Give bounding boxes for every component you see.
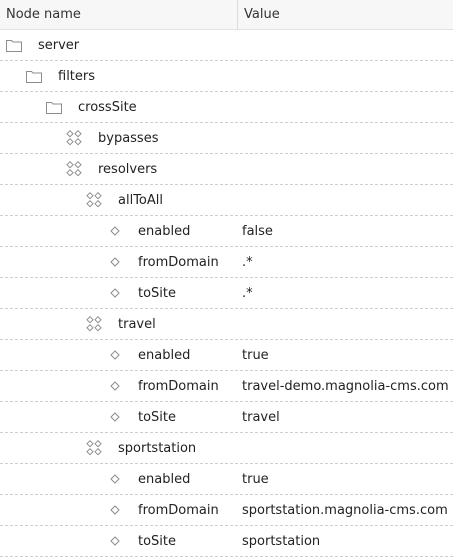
- node-value: travel: [242, 410, 280, 425]
- node-name: enabled: [138, 348, 191, 363]
- node-value: travel-demo.magnolia-cms.com: [242, 379, 449, 394]
- node-value: true: [242, 472, 269, 487]
- property-icon: [110, 473, 120, 484]
- node-name: toSite: [138, 410, 177, 425]
- tree-row[interactable]: bypasses: [0, 123, 453, 154]
- content-node-icon: [66, 161, 82, 177]
- config-tree: Node name Value server filters crossSite b…: [0, 0, 453, 557]
- node-name: resolvers: [98, 162, 158, 177]
- property-icon: [110, 411, 120, 422]
- tree-row[interactable]: crossSite: [0, 92, 453, 123]
- tree-row[interactable]: travel: [0, 309, 453, 340]
- node-name: fromDomain: [138, 503, 219, 518]
- tree-row[interactable]: toSite .*: [0, 278, 453, 309]
- tree-row[interactable]: fromDomain .*: [0, 247, 453, 278]
- tree-row[interactable]: resolvers: [0, 154, 453, 185]
- folder-icon: [46, 101, 62, 114]
- property-icon: [110, 256, 120, 267]
- tree-header: Node name Value: [0, 0, 453, 30]
- property-icon: [110, 535, 120, 546]
- tree-row[interactable]: toSite sportstation: [0, 526, 453, 557]
- tree-row[interactable]: enabled true: [0, 464, 453, 495]
- column-header-value[interactable]: Value: [238, 0, 453, 29]
- tree-row[interactable]: sportstation: [0, 433, 453, 464]
- node-name: toSite: [138, 286, 177, 301]
- property-icon: [110, 349, 120, 360]
- node-value: sportstation.magnolia-cms.com: [242, 503, 448, 518]
- node-value: .*: [242, 286, 253, 301]
- node-name: enabled: [138, 472, 191, 487]
- tree-row[interactable]: fromDomain sportstation.magnolia-cms.com: [0, 495, 453, 526]
- tree-row[interactable]: fromDomain travel-demo.magnolia-cms.com: [0, 371, 453, 402]
- node-name: fromDomain: [138, 379, 219, 394]
- node-value: true: [242, 348, 269, 363]
- node-name: fromDomain: [138, 255, 219, 270]
- property-icon: [110, 225, 120, 236]
- node-name: toSite: [138, 534, 177, 549]
- property-icon: [110, 287, 120, 298]
- property-icon: [110, 504, 120, 515]
- tree-row[interactable]: allToAll: [0, 185, 453, 216]
- content-node-icon: [86, 316, 102, 332]
- node-name: server: [38, 38, 80, 53]
- tree-row[interactable]: filters: [0, 61, 453, 92]
- folder-icon: [26, 70, 42, 83]
- node-value: .*: [242, 255, 253, 270]
- content-node-icon: [66, 130, 82, 146]
- tree-row[interactable]: enabled true: [0, 340, 453, 371]
- node-name: travel: [118, 317, 156, 332]
- folder-icon: [6, 39, 22, 52]
- node-name: bypasses: [98, 131, 159, 146]
- content-node-icon: [86, 440, 102, 456]
- content-node-icon: [86, 192, 102, 208]
- tree-row[interactable]: toSite travel: [0, 402, 453, 433]
- tree-row[interactable]: server: [0, 30, 453, 61]
- node-name: filters: [58, 69, 96, 84]
- node-name: allToAll: [118, 193, 163, 208]
- tree-rows: server filters crossSite bypasses resolver…: [0, 30, 453, 557]
- tree-row[interactable]: enabled false: [0, 216, 453, 247]
- property-icon: [110, 380, 120, 391]
- node-value: false: [242, 224, 273, 239]
- node-name: sportstation: [118, 441, 197, 456]
- node-name: enabled: [138, 224, 191, 239]
- node-name: crossSite: [78, 100, 137, 115]
- node-value: sportstation: [242, 534, 321, 549]
- column-header-node-name[interactable]: Node name: [0, 0, 238, 29]
